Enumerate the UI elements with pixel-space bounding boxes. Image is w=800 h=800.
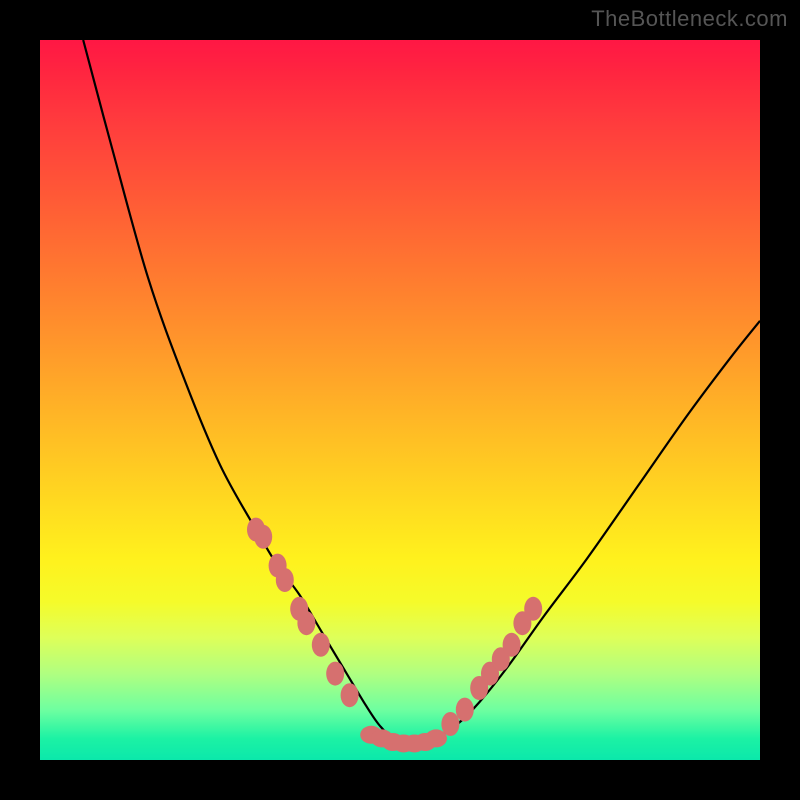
- marker-point: [441, 712, 459, 736]
- marker-point: [312, 633, 330, 657]
- marker-point: [524, 597, 542, 621]
- marker-cluster-right: [441, 597, 542, 736]
- marker-point: [254, 525, 272, 549]
- marker-point: [326, 662, 344, 686]
- marker-point: [297, 611, 315, 635]
- marker-point: [456, 698, 474, 722]
- watermark-text: TheBottleneck.com: [591, 6, 788, 32]
- marker-cluster-left: [247, 518, 359, 708]
- marker-point: [425, 729, 447, 747]
- marker-cluster-bottom: [360, 726, 447, 753]
- chart-frame: TheBottleneck.com: [0, 0, 800, 800]
- plot-area: [40, 40, 760, 760]
- chart-svg: [40, 40, 760, 760]
- marker-point: [276, 568, 294, 592]
- marker-point: [503, 633, 521, 657]
- bottleneck-curve: [83, 40, 760, 747]
- marker-point: [341, 683, 359, 707]
